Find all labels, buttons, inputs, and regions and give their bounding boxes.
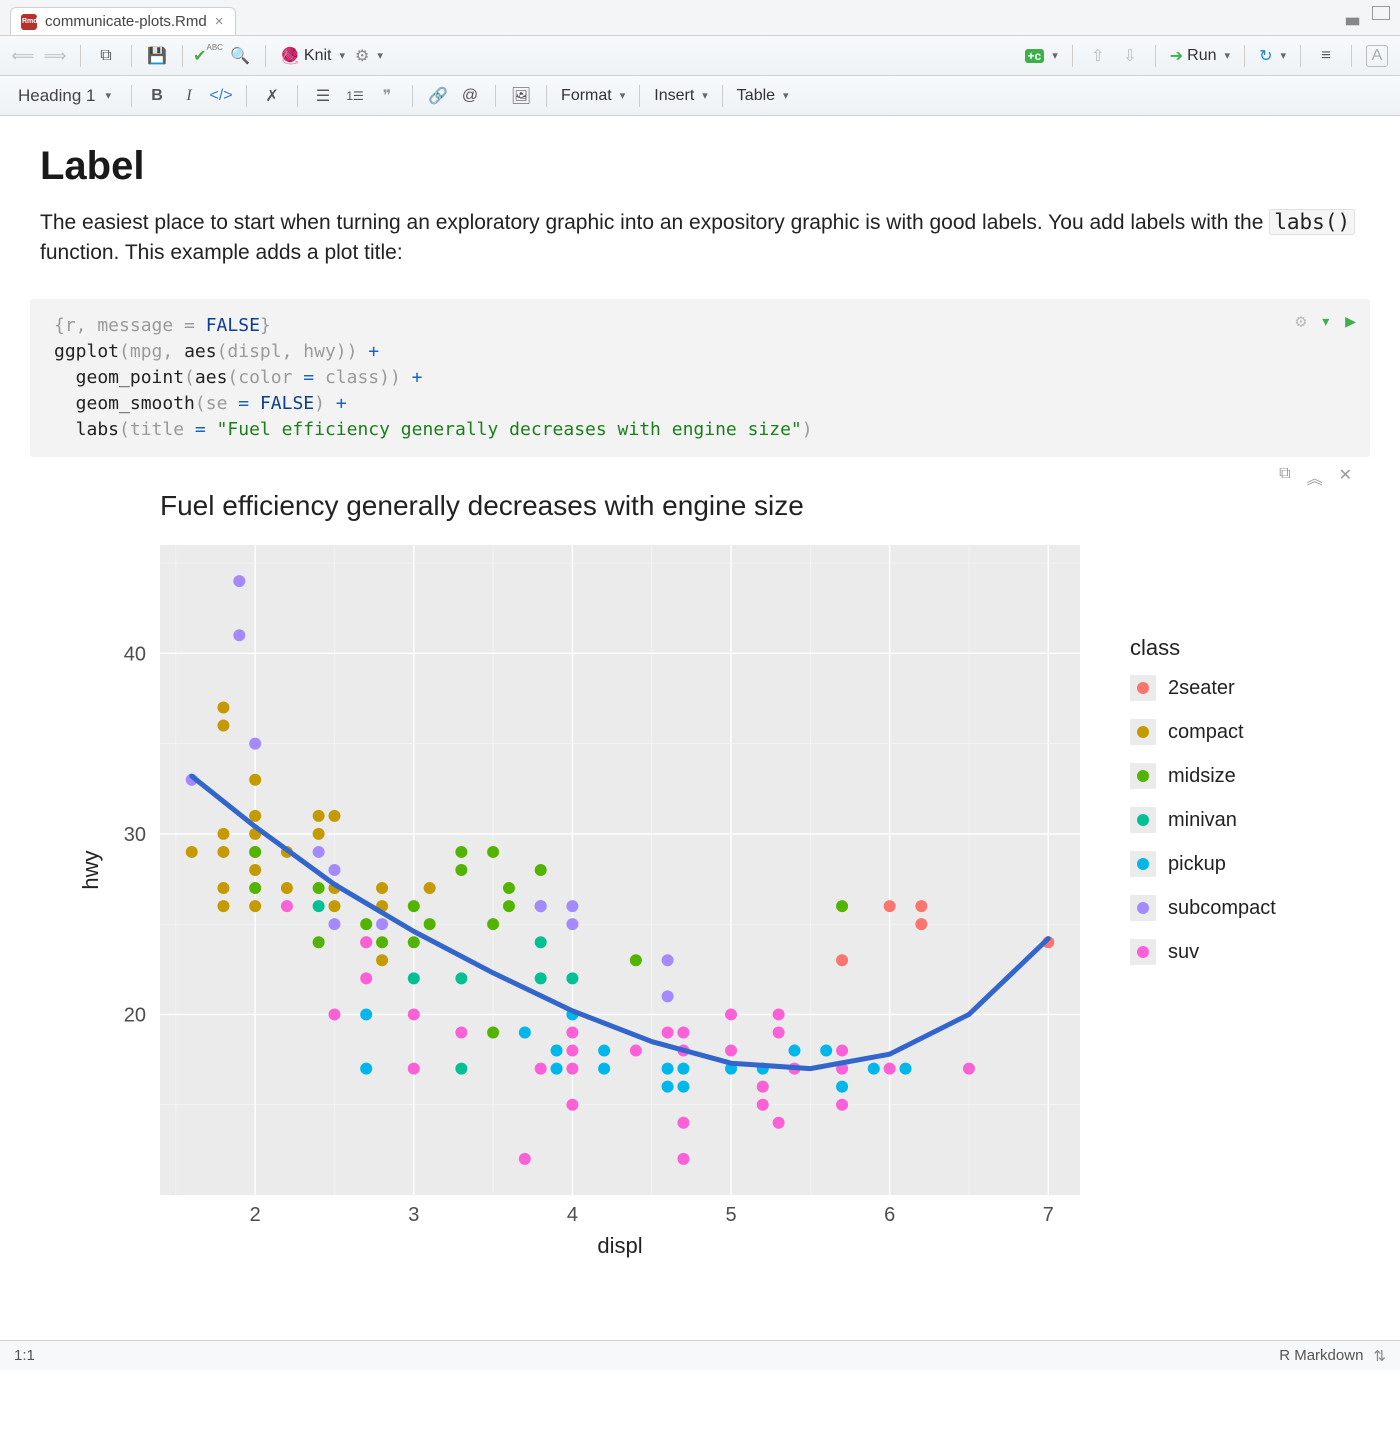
document-body: Label The easiest place to start when tu…	[0, 116, 1400, 299]
cursor-position: 1:1	[14, 1347, 35, 1364]
maximize-pane-icon[interactable]	[1372, 6, 1390, 20]
bullet-list-icon[interactable]: ☰	[312, 85, 334, 107]
outline-icon[interactable]: ≡	[1315, 45, 1337, 67]
spellcheck-icon[interactable]: ✔ABC	[197, 45, 219, 67]
code-chunk[interactable]: ⚙ ▾ ▶ {r, message = FALSE} ggplot(mpg, a…	[30, 299, 1370, 457]
svg-text:7: 7	[1043, 1204, 1054, 1226]
knit-button[interactable]: 🧶 Knit	[280, 46, 345, 66]
blockquote-icon[interactable]: ❞	[376, 85, 398, 107]
svg-text:hwy: hwy	[78, 851, 103, 890]
run-icon: ➔	[1170, 46, 1183, 66]
publish-icon: ↻	[1259, 46, 1272, 66]
svg-text:compact: compact	[1168, 721, 1244, 743]
tab-bar: communicate-plots.Rmd × ▃	[0, 0, 1400, 36]
remove-plot-icon[interactable]: ✕	[1339, 465, 1352, 489]
run-above-icon[interactable]: ▾	[1320, 309, 1331, 335]
collapse-plot-icon[interactable]: ︽	[1307, 465, 1323, 489]
window-buttons: ▃	[1346, 6, 1390, 20]
expand-plot-icon[interactable]: ⧉	[1279, 465, 1290, 489]
link-icon[interactable]: 🔗	[427, 85, 449, 107]
format-menu[interactable]: Format	[561, 87, 625, 105]
forward-icon[interactable]: ⟹	[44, 45, 66, 67]
insert-menu[interactable]: Insert	[654, 87, 708, 105]
italic-icon[interactable]: I	[178, 85, 200, 107]
code-line: {r, message = FALSE}	[54, 313, 1346, 339]
svg-text:2seater: 2seater	[1168, 677, 1235, 699]
svg-text:4: 4	[567, 1204, 578, 1226]
insert-chunk-button[interactable]: +c	[1025, 49, 1058, 63]
svg-text:2: 2	[250, 1204, 261, 1226]
code-line: geom_point(aes(color = class)) +	[54, 365, 1346, 391]
chart: Fuel efficiency generally decreases with…	[40, 475, 1360, 1295]
code-line: labs(title = "Fuel efficiency generally …	[54, 417, 1346, 443]
paragraph-style-select[interactable]: Heading 1	[12, 86, 117, 106]
popout-icon[interactable]: ⧉	[95, 45, 117, 67]
settings-button[interactable]: ⚙	[355, 46, 383, 66]
doc-type-menu-icon[interactable]: ⇅	[1373, 1347, 1386, 1365]
svg-text:Fuel efficiency generally decr: Fuel efficiency generally decreases with…	[160, 490, 804, 521]
svg-text:40: 40	[124, 644, 146, 666]
page-title: Label	[40, 144, 1360, 189]
find-icon[interactable]: 🔍	[229, 45, 251, 67]
run-button[interactable]: ➔ Run	[1170, 46, 1230, 66]
tab-filename: communicate-plots.Rmd	[45, 13, 207, 30]
code-icon[interactable]: </>	[210, 85, 232, 107]
prev-chunk-icon[interactable]: ⇧	[1087, 45, 1109, 67]
svg-text:minivan: minivan	[1168, 809, 1237, 831]
file-tab[interactable]: communicate-plots.Rmd ×	[10, 7, 236, 35]
insert-chunk-icon: +c	[1025, 49, 1045, 63]
image-icon[interactable]: 🖼	[510, 85, 532, 107]
code-line: ggplot(mpg, aes(displ, hwy)) +	[54, 339, 1346, 365]
bold-icon[interactable]: B	[146, 85, 168, 107]
intro-paragraph: The easiest place to start when turning …	[40, 207, 1360, 269]
numbered-list-icon[interactable]: 1☰	[344, 85, 366, 107]
svg-text:suv: suv	[1168, 941, 1199, 963]
chunk-options-icon[interactable]: ⚙	[1295, 309, 1306, 335]
labs-code: labs()	[1269, 209, 1355, 235]
svg-text:5: 5	[725, 1204, 736, 1226]
gear-icon: ⚙	[355, 46, 369, 66]
clear-format-icon[interactable]: ✗	[261, 85, 283, 107]
format-toolbar: Heading 1 B I </> ✗ ☰ 1☰ ❞ 🔗 @ 🖼 Format …	[0, 76, 1400, 116]
visual-mode-icon[interactable]: A	[1366, 45, 1388, 67]
document-type: R Markdown	[1279, 1347, 1363, 1364]
code-line: geom_smooth(se = FALSE) +	[54, 391, 1346, 417]
editor-toolbar: ⟸ ⟹ ⧉ 💾 ✔ABC 🔍 🧶 Knit ⚙ +c ⇧ ⇩ ➔ Run ↻ ≡…	[0, 36, 1400, 76]
next-chunk-icon[interactable]: ⇩	[1119, 45, 1141, 67]
status-bar: 1:1 R Markdown ⇅	[0, 1340, 1400, 1370]
close-icon[interactable]: ×	[215, 13, 224, 30]
svg-text:30: 30	[124, 824, 146, 846]
svg-text:pickup: pickup	[1168, 853, 1226, 875]
plot-output: ⧉ ︽ ✕ Fuel efficiency generally decrease…	[30, 457, 1370, 1310]
back-icon[interactable]: ⟸	[12, 45, 34, 67]
run-chunk-icon[interactable]: ▶	[1345, 309, 1356, 335]
svg-text:6: 6	[884, 1204, 895, 1226]
publish-button[interactable]: ↻	[1259, 46, 1286, 66]
svg-text:subcompact: subcompact	[1168, 897, 1276, 919]
svg-text:displ: displ	[597, 1233, 642, 1258]
rmd-file-icon	[21, 14, 37, 30]
table-menu[interactable]: Table	[737, 87, 789, 105]
svg-text:20: 20	[124, 1005, 146, 1027]
knit-icon: 🧶	[280, 46, 300, 66]
svg-text:3: 3	[408, 1204, 419, 1226]
svg-text:midsize: midsize	[1168, 765, 1236, 787]
save-icon[interactable]: 💾	[146, 45, 168, 67]
minimize-pane-icon[interactable]: ▃	[1346, 6, 1364, 20]
svg-text:class: class	[1130, 635, 1180, 660]
citation-icon[interactable]: @	[459, 85, 481, 107]
